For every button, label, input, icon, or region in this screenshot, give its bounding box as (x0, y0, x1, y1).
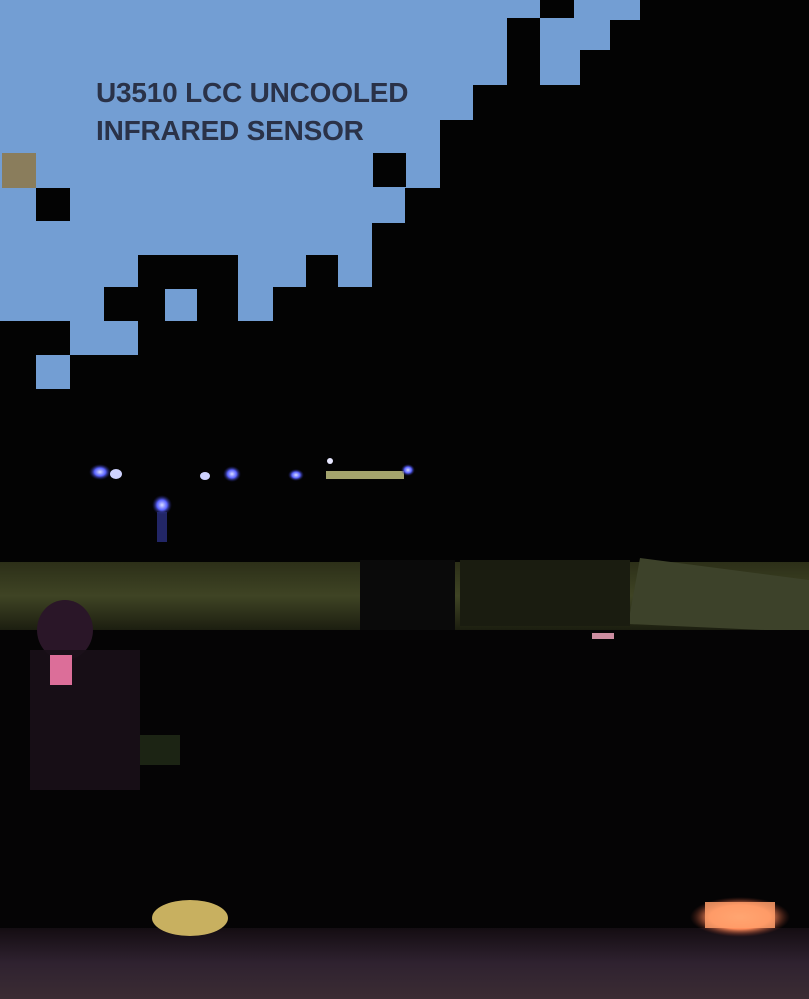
infrared-sensor-image: U3510 LCC UNCOOLED INFRARED SENSOR (0, 0, 809, 999)
caption-line-1: U3510 LCC UNCOOLED (96, 77, 409, 108)
corner-pixel (2, 153, 36, 188)
image-caption: U3510 LCC UNCOOLED INFRARED SENSOR (96, 74, 436, 150)
warm-object-left (152, 900, 228, 936)
road-band (0, 558, 809, 640)
small-highlight (592, 633, 614, 639)
ground (0, 928, 809, 999)
caption-line-2: INFRARED SENSOR (96, 115, 364, 146)
pixel-sky-shape (0, 0, 640, 389)
distant-lights (89, 458, 415, 542)
hot-object-core (705, 902, 775, 928)
